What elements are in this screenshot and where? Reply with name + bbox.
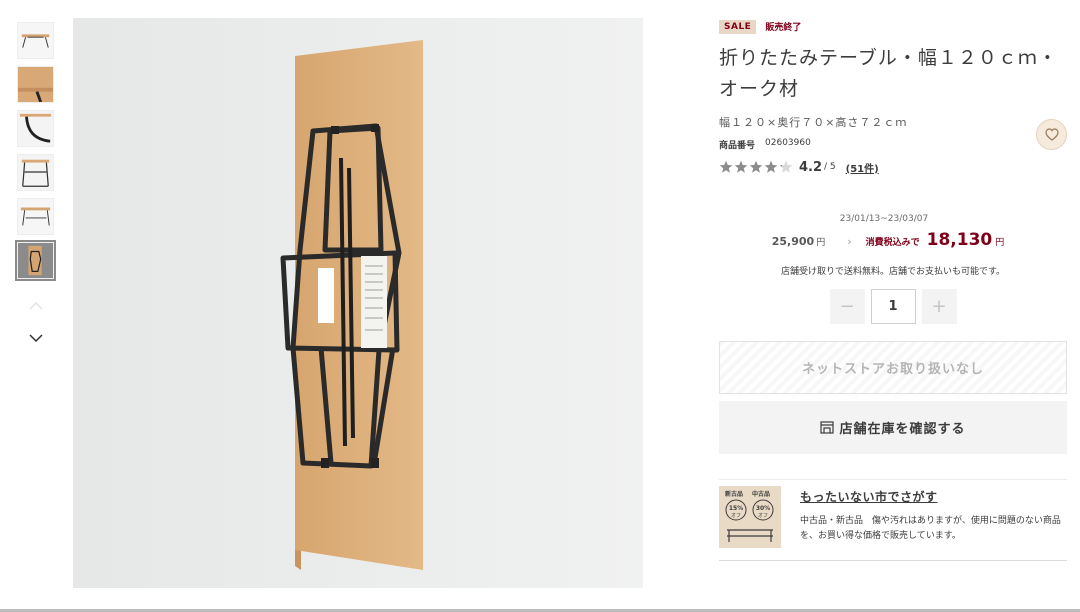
product-info: SALE 販売終了 折りたたみテーブル・幅１２０ｃｍ・オーク材 幅１２０×奥行７… bbox=[719, 18, 1067, 561]
thumbnail-6-selected[interactable] bbox=[15, 240, 56, 281]
thumbnail-1[interactable] bbox=[17, 22, 54, 59]
outlet-badge-right-pct: 30% bbox=[756, 505, 770, 512]
store-icon bbox=[820, 421, 835, 434]
outlet-title-link[interactable]: もったいない市でさがす bbox=[800, 488, 1066, 505]
chevron-up-icon bbox=[29, 302, 42, 310]
star-icon bbox=[779, 160, 793, 173]
star-icon bbox=[719, 160, 733, 173]
tax-label: 消費税込みで bbox=[865, 238, 920, 248]
review-count-link[interactable]: (51件) bbox=[846, 160, 879, 175]
quantity-input[interactable]: 1 bbox=[870, 289, 916, 324]
price-row: 25,900 円 › 消費税込みで 18,130 円 bbox=[709, 230, 1067, 250]
outlet-badge-left-unit: オフ bbox=[731, 513, 741, 519]
arrow-icon: › bbox=[847, 235, 852, 248]
quantity-stepper: − 1 + bbox=[719, 289, 1067, 324]
outlet-badge-right-unit: オフ bbox=[758, 513, 768, 519]
outlet-banner[interactable]: 新古品 中古品 15% オフ 30% オフ もったいない市でさがす 中古品・新古… bbox=[719, 479, 1067, 561]
quantity-minus-button[interactable]: − bbox=[829, 289, 865, 324]
old-price-unit: 円 bbox=[816, 238, 826, 248]
product-number-label: 商品番号 bbox=[719, 141, 756, 151]
cart-unavailable-button[interactable]: ネットストアお取り扱いなし bbox=[719, 341, 1067, 394]
thumbnail-3[interactable] bbox=[17, 110, 54, 147]
heart-icon bbox=[1044, 128, 1059, 141]
sale-period: 23/01/13~23/03/07 bbox=[839, 214, 929, 224]
outlet-text: もったいない市でさがす 中古品・新古品 傷や汚れはありますが、使用に問題のない商… bbox=[800, 486, 1066, 548]
product-number: 02603960 bbox=[765, 138, 811, 148]
chevron-down-icon bbox=[28, 334, 43, 342]
star-icon bbox=[734, 160, 748, 173]
star-icon bbox=[749, 160, 763, 173]
outlet-image: 新古品 中古品 15% オフ 30% オフ bbox=[719, 486, 781, 548]
rating-value: 4.2 bbox=[799, 159, 823, 175]
badge-row: SALE 販売終了 bbox=[719, 18, 1067, 35]
check-store-stock-label: 店舗在庫を確認する bbox=[839, 422, 966, 437]
main-product-image bbox=[73, 18, 643, 588]
product-title: 折りたたみテーブル・幅１２０ｃｍ・オーク材 bbox=[719, 47, 1058, 100]
shipping-note: 店舗受け取りで送料無料。店舗でお支払いも可能です。 bbox=[780, 267, 1006, 277]
outlet-badge-left-title: 新古品 bbox=[725, 490, 743, 498]
rating-row: 4.2 / 5 (51件) bbox=[719, 158, 1067, 176]
thumbnail-list bbox=[15, 22, 56, 349]
product-number-row: 商品番号 02603960 bbox=[719, 138, 1067, 151]
outlet-badge-left-pct: 15% bbox=[729, 505, 743, 512]
check-store-stock-button[interactable]: 店舗在庫を確認する bbox=[719, 401, 1067, 454]
thumbnails-up-button[interactable] bbox=[17, 295, 54, 317]
old-price: 25,900 bbox=[771, 235, 815, 248]
outlet-description: 中古品・新古品 傷や汚れはありますが、使用に問題のない商品を、お買い得な価格で販… bbox=[800, 516, 1061, 541]
product-page: SALE 販売終了 折りたたみテーブル・幅１２０ｃｍ・オーク材 幅１２０×奥行７… bbox=[0, 0, 1080, 612]
thumbnail-5[interactable] bbox=[17, 198, 54, 235]
sale-badge: SALE bbox=[719, 19, 757, 34]
quantity-plus-button[interactable]: + bbox=[921, 289, 957, 324]
star-icon bbox=[764, 160, 778, 173]
outlet-badge-right-title: 中古品 bbox=[752, 490, 770, 498]
thumbnails-down-button[interactable] bbox=[17, 327, 54, 349]
favorite-button[interactable] bbox=[1036, 119, 1067, 150]
rating-max: / 5 bbox=[824, 162, 836, 172]
product-size: 幅１２０×奥行７０×高さ７２ｃｍ bbox=[719, 116, 908, 129]
thumbnail-2[interactable] bbox=[17, 66, 54, 103]
status-label: 販売終了 bbox=[765, 23, 802, 33]
thumbnail-4[interactable] bbox=[17, 154, 54, 191]
rating-stars bbox=[719, 160, 793, 174]
sale-price-unit: 円 bbox=[995, 238, 1005, 248]
sale-price: 18,130 bbox=[926, 230, 993, 250]
